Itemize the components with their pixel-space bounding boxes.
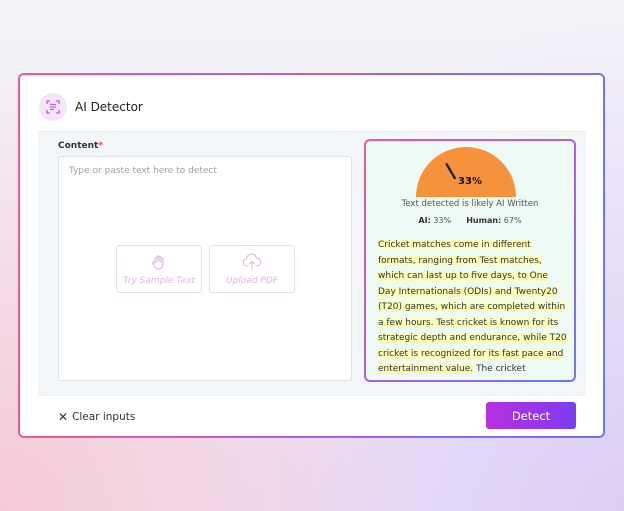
gauge-value: 33% xyxy=(458,176,482,187)
close-icon: ✕ xyxy=(58,410,69,424)
try-sample-text-button[interactable]: Try Sample Text xyxy=(116,245,202,293)
detector-frame: AI Detector Content* Type or paste text … xyxy=(18,73,605,438)
score-breakdown: AI: 33% Human: 67% xyxy=(366,216,574,225)
hand-wave-icon xyxy=(152,254,164,270)
result-panel: 33% Text detected is likely AI Written A… xyxy=(366,141,574,380)
human-label: Human: xyxy=(466,216,502,225)
detect-button[interactable]: Detect xyxy=(486,402,576,429)
ai-label: AI: xyxy=(418,216,431,225)
analyzed-text: Cricket matches come in different format… xyxy=(378,238,568,380)
result-panel-border: 33% Text detected is likely AI Written A… xyxy=(364,139,576,382)
human-value: 67% xyxy=(503,216,522,225)
clear-inputs-button[interactable]: ✕ Clear inputs xyxy=(58,410,135,424)
header: AI Detector xyxy=(20,75,603,131)
try-sample-text-label: Try Sample Text xyxy=(122,275,196,286)
page-title: AI Detector xyxy=(75,100,143,114)
upload-pdf-button[interactable]: Upload PDF xyxy=(209,245,295,293)
required-marker: * xyxy=(98,141,104,151)
content-textarea[interactable]: Type or paste text here to detect Try Sa… xyxy=(58,156,352,381)
clear-inputs-label: Clear inputs xyxy=(72,411,136,423)
cloud-upload-icon xyxy=(242,252,262,270)
detector-card: AI Detector Content* Type or paste text … xyxy=(20,75,603,436)
ai-score-gauge xyxy=(416,147,516,197)
ai-highlighted-text: Cricket matches come in different format… xyxy=(378,240,567,374)
content-placeholder: Type or paste text here to detect xyxy=(69,166,217,176)
content-label: Content* xyxy=(58,141,103,151)
detector-body: Content* Type or paste text here to dete… xyxy=(38,131,586,396)
document-scan-icon xyxy=(39,93,67,121)
upload-pdf-label: Upload PDF xyxy=(226,275,278,286)
content-label-text: Content xyxy=(58,141,99,151)
footer-divider xyxy=(38,395,585,396)
ai-value: 33% xyxy=(433,216,452,225)
verdict-text: Text detected is likely AI Written xyxy=(401,199,539,209)
